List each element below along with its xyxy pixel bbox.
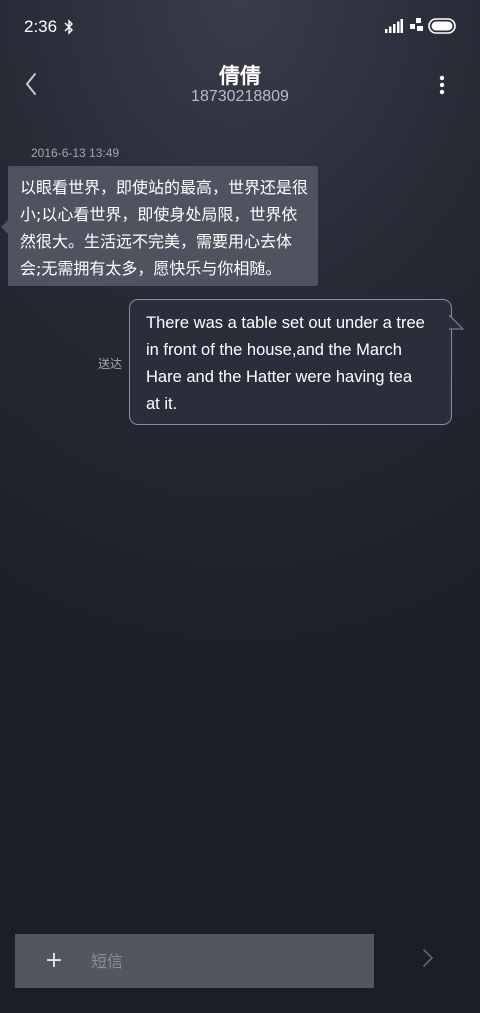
message-line: There was a table set out under a tree [146, 314, 425, 332]
message-line: 然很大。生活远不完美，需要用心去体 [20, 232, 293, 251]
outgoing-message-text: There was a table set out under a tree i… [146, 310, 437, 418]
message-line: in front of the house,and the March [146, 341, 402, 359]
bubble-tail [449, 314, 465, 330]
status-time: 2:36 [24, 17, 58, 36]
contact-name: 倩倩 [219, 64, 261, 88]
bluetooth-icon [64, 19, 73, 35]
incoming-message-text: 以眼看世界，即使站的最高，世界还是很 小;以心看世界，即使身处局限，世界依 然很… [20, 174, 308, 282]
more-vertical-icon[interactable] [430, 70, 454, 100]
incoming-message-bubble[interactable]: 以眼看世界，即使站的最高，世界还是很 小;以心看世界，即使身处局限，世界依 然很… [1, 166, 318, 286]
status-bar: 2:36 [0, 0, 480, 54]
compose-bar: + [15, 934, 374, 988]
wifi-icon [410, 18, 423, 31]
send-icon[interactable] [416, 944, 440, 972]
message-line: at it. [146, 395, 178, 413]
message-line: 小;以心看世界，即使身处局限，世界依 [20, 205, 298, 224]
contact-number: 18730218809 [191, 88, 289, 105]
message-input[interactable] [91, 946, 361, 976]
signal-icon [385, 19, 403, 33]
add-attachment-button[interactable]: + [39, 946, 69, 976]
battery-icon [428, 18, 456, 34]
message-line: 会;无需拥有太多，愿快乐与你相随。 [20, 259, 282, 278]
outgoing-message-bubble[interactable]: There was a table set out under a tree i… [129, 299, 452, 425]
message-line: 以眼看世界，即使站的最高，世界还是很 [20, 178, 309, 197]
message-timestamp: 2016-6-13 13:49 [31, 146, 120, 160]
message-line: Hare and the Hatter were having tea [146, 368, 412, 386]
delivery-status: 送达 [98, 357, 123, 371]
conversation-header: 倩倩 18730218809 [0, 54, 480, 114]
